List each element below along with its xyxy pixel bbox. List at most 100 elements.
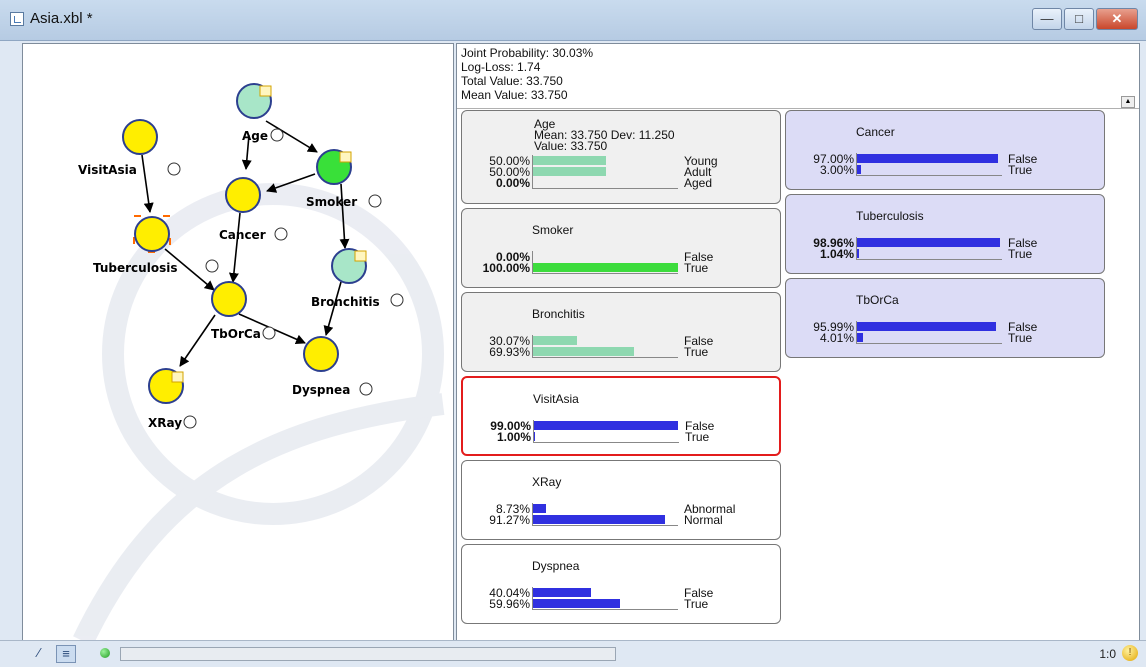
- monitor-bronchitis[interactable]: Bronchitis 30.07% False 69.93% True: [461, 292, 781, 372]
- monitor-title: Dyspnea: [532, 559, 580, 573]
- window-title: Asia.xbl *: [30, 10, 93, 27]
- node-tuberculosis-label: Tuberculosis: [93, 261, 177, 275]
- state-label: True: [1008, 247, 1033, 261]
- node-tborca[interactable]: TbOrCa: [211, 281, 276, 341]
- info-icon[interactable]: [270, 128, 284, 142]
- window-controls: — □ ✕: [1032, 8, 1138, 30]
- state-bar: [533, 263, 678, 272]
- divider: [457, 108, 1139, 109]
- node-xray-label: XRay: [148, 416, 182, 430]
- node-tuberculosis[interactable]: Tuberculosis: [93, 215, 219, 275]
- state-label: Normal: [684, 513, 723, 527]
- monitor-view-icon[interactable]: ≡: [56, 645, 76, 663]
- node-age[interactable]: Age: [236, 83, 284, 143]
- state-bar: [533, 167, 606, 176]
- node-smoker[interactable]: Smoker: [306, 149, 382, 209]
- node-visitasia[interactable]: VisitAsia: [78, 119, 181, 177]
- warning-icon[interactable]: !: [1122, 645, 1138, 661]
- state-percent: 91.27%: [489, 513, 530, 527]
- progress-bar: [120, 647, 616, 661]
- state-bar: [857, 322, 997, 331]
- state-bar: [533, 336, 577, 345]
- node-dyspnea[interactable]: Dyspnea: [292, 336, 373, 397]
- state-bar: [533, 515, 666, 524]
- state-bar: [534, 421, 678, 430]
- maximize-button[interactable]: □: [1064, 8, 1094, 30]
- state-bar: [534, 432, 536, 441]
- node-tborca-circle[interactable]: [211, 281, 247, 317]
- info-icon[interactable]: [205, 259, 219, 273]
- state-percent: 100.00%: [482, 261, 530, 275]
- edge-tborca-xray: [179, 314, 216, 367]
- state-bar: [533, 599, 620, 608]
- edge-visitasia-tuberculosis: [141, 154, 154, 213]
- network-graph[interactable]: VisitAsia Age Smoker Cancer Tuberculosis…: [23, 44, 453, 641]
- note-icon: [354, 250, 367, 262]
- state-label: True: [685, 430, 710, 444]
- info-icon[interactable]: [359, 382, 373, 396]
- monitor-smoker[interactable]: Smoker 0.00% False 100.00% True: [461, 208, 781, 288]
- node-age-label: Age: [242, 129, 268, 143]
- state-bar: [533, 347, 635, 356]
- state-percent: 69.93%: [489, 345, 530, 359]
- monitor-xray[interactable]: XRay 8.73% Abnormal 91.27% Normal: [461, 460, 781, 540]
- monitor-title: VisitAsia: [533, 392, 579, 406]
- state-label: True: [684, 261, 709, 275]
- node-cancer-circle[interactable]: [225, 177, 261, 213]
- info-icon[interactable]: [183, 415, 197, 429]
- collapse-stats-button[interactable]: ▲: [1121, 96, 1135, 108]
- monitor-tborca[interactable]: TbOrCa 95.99% False 4.01% True: [785, 278, 1105, 358]
- title-bar: Asia.xbl * — □ ✕: [0, 0, 1146, 41]
- monitor-title: Tuberculosis: [856, 209, 924, 223]
- state-percent: 4.01%: [819, 331, 854, 345]
- info-icon[interactable]: [262, 326, 276, 340]
- node-cancer-label: Cancer: [219, 228, 266, 242]
- state-bar: [857, 249, 859, 258]
- node-tborca-label: TbOrCa: [211, 327, 261, 341]
- note-icon: [339, 151, 352, 163]
- info-icon[interactable]: [368, 194, 382, 208]
- node-tuberculosis-circle[interactable]: [134, 216, 170, 252]
- monitor-visitasia[interactable]: VisitAsia 99.00% False 1.00% True: [461, 376, 781, 456]
- state-label: True: [1008, 331, 1033, 345]
- node-visitasia-label: VisitAsia: [78, 163, 137, 177]
- monitor-title: Bronchitis: [532, 307, 585, 321]
- monitor-title: Cancer: [856, 125, 895, 139]
- monitor-panel[interactable]: Joint Probability: 30.03% Log-Loss: 1.74…: [456, 43, 1140, 642]
- node-dyspnea-label: Dyspnea: [292, 383, 350, 397]
- log-loss: Log-Loss: 1.74: [461, 60, 541, 74]
- info-icon[interactable]: [167, 162, 181, 176]
- monitor-cancer[interactable]: Cancer 97.00% False 3.00% True: [785, 110, 1105, 190]
- close-button[interactable]: ✕: [1096, 8, 1138, 30]
- node-smoker-label: Smoker: [306, 195, 357, 209]
- monitor-age[interactable]: Age Mean: 33.750 Dev: 11.250 Value: 33.7…: [461, 110, 781, 204]
- node-dyspnea-circle[interactable]: [303, 336, 339, 372]
- state-percent: 0.00%: [495, 176, 530, 190]
- monitor-dyspnea[interactable]: Dyspnea 40.04% False 59.96% True: [461, 544, 781, 624]
- info-icon[interactable]: [274, 227, 288, 241]
- note-icon: [259, 85, 272, 97]
- node-xray[interactable]: XRay: [148, 368, 197, 430]
- info-icon[interactable]: [390, 293, 404, 307]
- monitor-tuberculosis[interactable]: Tuberculosis 98.96% False 1.04% True: [785, 194, 1105, 274]
- state-percent: 59.96%: [489, 597, 530, 611]
- state-label: True: [684, 345, 709, 359]
- evidence-stats: Joint Probability: 30.03% Log-Loss: 1.74…: [461, 46, 593, 102]
- state-label: True: [684, 597, 709, 611]
- state-bar: [533, 504, 546, 513]
- state-percent: 1.04%: [819, 247, 854, 261]
- node-visitasia-circle[interactable]: [122, 119, 158, 155]
- status-bar: ∕ ≡ 1:0 !: [0, 640, 1146, 667]
- state-bar: [857, 165, 862, 174]
- minimize-button[interactable]: —: [1032, 8, 1062, 30]
- status-indicator-icon: [100, 648, 110, 658]
- edge-cancer-tborca: [228, 212, 241, 283]
- joint-probability: Joint Probability: 30.03%: [461, 46, 594, 60]
- graph-panel[interactable]: VisitAsia Age Smoker Cancer Tuberculosis…: [22, 43, 454, 642]
- node-bronchitis-label: Bronchitis: [311, 295, 380, 309]
- graph-view-icon[interactable]: ∕: [30, 645, 48, 661]
- state-percent: 1.00%: [496, 430, 531, 444]
- state-bar: [857, 154, 998, 163]
- state-label: True: [1008, 163, 1033, 177]
- monitor-title: XRay: [532, 475, 562, 489]
